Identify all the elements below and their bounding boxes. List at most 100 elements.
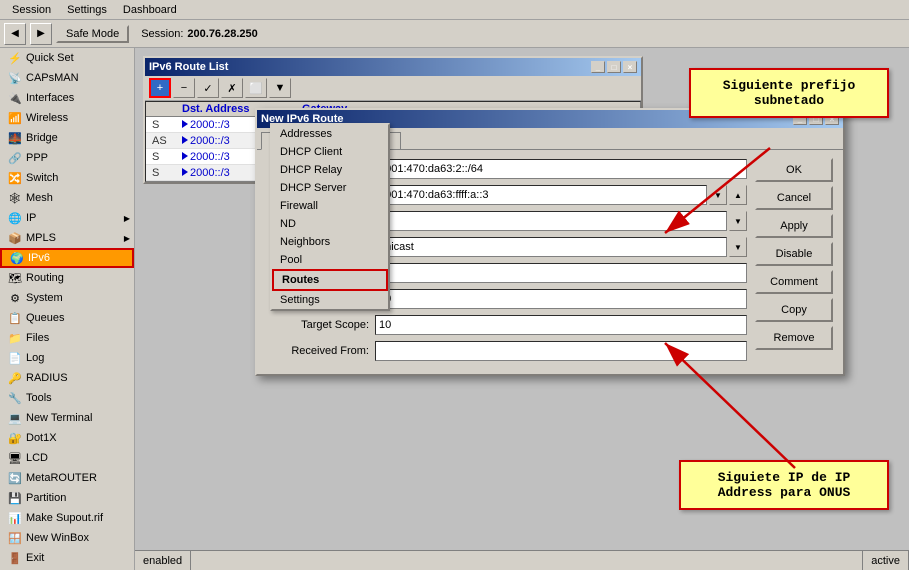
- close-button[interactable]: ×: [623, 61, 637, 73]
- gateway-input-group: ▼ ▲: [375, 185, 747, 205]
- copy-button[interactable]: Copy: [755, 298, 833, 322]
- sidebar-label-new-winbox: New WinBox: [26, 532, 89, 544]
- sidebar-item-queues[interactable]: 📋 Queues: [0, 308, 134, 328]
- menu-dashboard[interactable]: Dashboard: [115, 2, 185, 18]
- menu-settings[interactable]: Settings: [59, 2, 115, 18]
- submenu-item-pool[interactable]: Pool: [272, 251, 388, 269]
- sidebar: ⚡ Quick Set 📡 CAPsMAN 🔌 Interfaces 📶 Wir…: [0, 48, 135, 570]
- sidebar-item-new-terminal[interactable]: 💻 New Terminal: [0, 408, 134, 428]
- filter-button[interactable]: ▼: [269, 78, 291, 98]
- content-area: IPv6 Route List _ □ × + − ✓ ✗ ⬜ ▼ Dst. A…: [135, 48, 909, 570]
- route-list-title: IPv6 Route List: [149, 61, 228, 73]
- received-from-label: Received From:: [265, 345, 375, 357]
- check-gateway-dropdown-btn[interactable]: ▼: [729, 211, 747, 231]
- session-label: Session:: [141, 28, 183, 40]
- maximize-button[interactable]: □: [607, 61, 621, 73]
- remove-button[interactable]: Remove: [755, 326, 833, 350]
- ip-icon: 🌐: [8, 211, 22, 225]
- ppp-icon: 🔗: [8, 151, 22, 165]
- sidebar-item-partition[interactable]: 💾 Partition: [0, 488, 134, 508]
- sidebar-item-ipv6[interactable]: 🌍 IPv6: [0, 248, 134, 268]
- sidebar-item-metarouter[interactable]: 🔄 MetaROUTER: [0, 468, 134, 488]
- col-flag: [150, 103, 180, 115]
- submenu-item-settings[interactable]: Settings: [272, 291, 388, 309]
- new-terminal-icon: 💻: [8, 411, 22, 425]
- sidebar-item-capsman[interactable]: 📡 CAPsMAN: [0, 68, 134, 88]
- gateway-dropdown-btn[interactable]: ▼: [709, 185, 727, 205]
- route-list-titlebar: IPv6 Route List _ □ ×: [145, 58, 641, 76]
- check-gateway-input[interactable]: [375, 211, 727, 231]
- sidebar-item-switch[interactable]: 🔀 Switch: [0, 168, 134, 188]
- gateway-input[interactable]: [375, 185, 707, 205]
- sidebar-label-bridge: Bridge: [26, 132, 58, 144]
- dst-address-input[interactable]: [375, 159, 747, 179]
- sidebar-label-switch: Switch: [26, 172, 58, 184]
- disable-button[interactable]: Disable: [755, 242, 833, 266]
- submenu-item-dhcp-client[interactable]: DHCP Client: [272, 143, 388, 161]
- remove-route-button[interactable]: −: [173, 78, 195, 98]
- sidebar-item-ip[interactable]: 🌐 IP ▶: [0, 208, 134, 228]
- forward-button[interactable]: ▶: [30, 23, 52, 45]
- sidebar-item-dot1x[interactable]: 🔐 Dot1X: [0, 428, 134, 448]
- check-gateway-input-group: ▼: [375, 211, 747, 231]
- submenu-item-dhcp-relay[interactable]: DHCP Relay: [272, 161, 388, 179]
- sidebar-item-lcd[interactable]: 🖥 LCD: [0, 448, 134, 468]
- mesh-icon: 🕸: [8, 191, 22, 205]
- received-from-input[interactable]: [375, 341, 747, 361]
- gateway-add-btn[interactable]: ▲: [729, 185, 747, 205]
- sidebar-item-mesh[interactable]: 🕸 Mesh: [0, 188, 134, 208]
- sidebar-label-exit: Exit: [26, 552, 44, 564]
- bridge-icon: 🌉: [8, 131, 22, 145]
- sidebar-item-routing[interactable]: 🗺 Routing: [0, 268, 134, 288]
- sidebar-item-new-winbox[interactable]: 🪟 New WinBox: [0, 528, 134, 548]
- sidebar-item-bridge[interactable]: 🌉 Bridge: [0, 128, 134, 148]
- submenu-item-firewall[interactable]: Firewall: [272, 197, 388, 215]
- sidebar-item-quick-set[interactable]: ⚡ Quick Set: [0, 48, 134, 68]
- sidebar-item-system[interactable]: ⚙ System: [0, 288, 134, 308]
- menu-session[interactable]: Session: [4, 2, 59, 18]
- enable-route-button[interactable]: ✓: [197, 78, 219, 98]
- files-icon: 📁: [8, 331, 22, 345]
- sidebar-label-ipv6: IPv6: [28, 252, 50, 264]
- sidebar-item-wireless[interactable]: 📶 Wireless: [0, 108, 134, 128]
- sidebar-label-make-supout: Make Supout.rif: [26, 512, 103, 524]
- cancel-button[interactable]: Cancel: [755, 186, 833, 210]
- sidebar-label-wireless: Wireless: [26, 112, 68, 124]
- sidebar-item-ppp[interactable]: 🔗 PPP: [0, 148, 134, 168]
- sidebar-item-exit[interactable]: 🚪 Exit: [0, 548, 134, 568]
- form-row-received-from: Received From:: [265, 340, 747, 362]
- type-dropdown-btn[interactable]: ▼: [729, 237, 747, 257]
- add-route-button[interactable]: +: [149, 78, 171, 98]
- sidebar-item-tools[interactable]: 🔧 Tools: [0, 388, 134, 408]
- apply-button[interactable]: Apply: [755, 214, 833, 238]
- row-flag-1: AS: [150, 135, 180, 147]
- back-button[interactable]: ◀: [4, 23, 26, 45]
- status-bar: enabled active: [135, 550, 909, 570]
- minimize-button[interactable]: _: [591, 61, 605, 73]
- scope-input[interactable]: [375, 289, 747, 309]
- submenu-item-nd[interactable]: ND: [272, 215, 388, 233]
- disable-route-button[interactable]: ✗: [221, 78, 243, 98]
- comment-button[interactable]: Comment: [755, 270, 833, 294]
- copy-route-button[interactable]: ⬜: [245, 78, 267, 98]
- sidebar-item-log[interactable]: 📄 Log: [0, 348, 134, 368]
- type-input[interactable]: [375, 237, 727, 257]
- safe-mode-button[interactable]: Safe Mode: [56, 25, 129, 43]
- sidebar-item-files[interactable]: 📁 Files: [0, 328, 134, 348]
- route-list-toolbar: + − ✓ ✗ ⬜ ▼: [145, 76, 641, 101]
- sidebar-item-mpls[interactable]: 📦 MPLS ▶: [0, 228, 134, 248]
- sidebar-item-radius[interactable]: 🔑 RADIUS: [0, 368, 134, 388]
- ok-button[interactable]: OK: [755, 158, 833, 182]
- submenu-item-addresses[interactable]: Addresses: [272, 125, 388, 143]
- interfaces-icon: 🔌: [8, 91, 22, 105]
- submenu-item-neighbors[interactable]: Neighbors: [272, 233, 388, 251]
- toolbar: ◀ ▶ Safe Mode Session: 200.76.28.250: [0, 20, 909, 48]
- ipv6-icon: 🌍: [10, 251, 24, 265]
- submenu-item-dhcp-server[interactable]: DHCP Server: [272, 179, 388, 197]
- target-scope-input[interactable]: [375, 315, 747, 335]
- sidebar-item-interfaces[interactable]: 🔌 Interfaces: [0, 88, 134, 108]
- sidebar-item-make-supout[interactable]: 📊 Make Supout.rif: [0, 508, 134, 528]
- distance-input[interactable]: [375, 263, 747, 283]
- submenu-item-routes[interactable]: Routes: [272, 269, 388, 291]
- main-layout: ⚡ Quick Set 📡 CAPsMAN 🔌 Interfaces 📶 Wir…: [0, 48, 909, 570]
